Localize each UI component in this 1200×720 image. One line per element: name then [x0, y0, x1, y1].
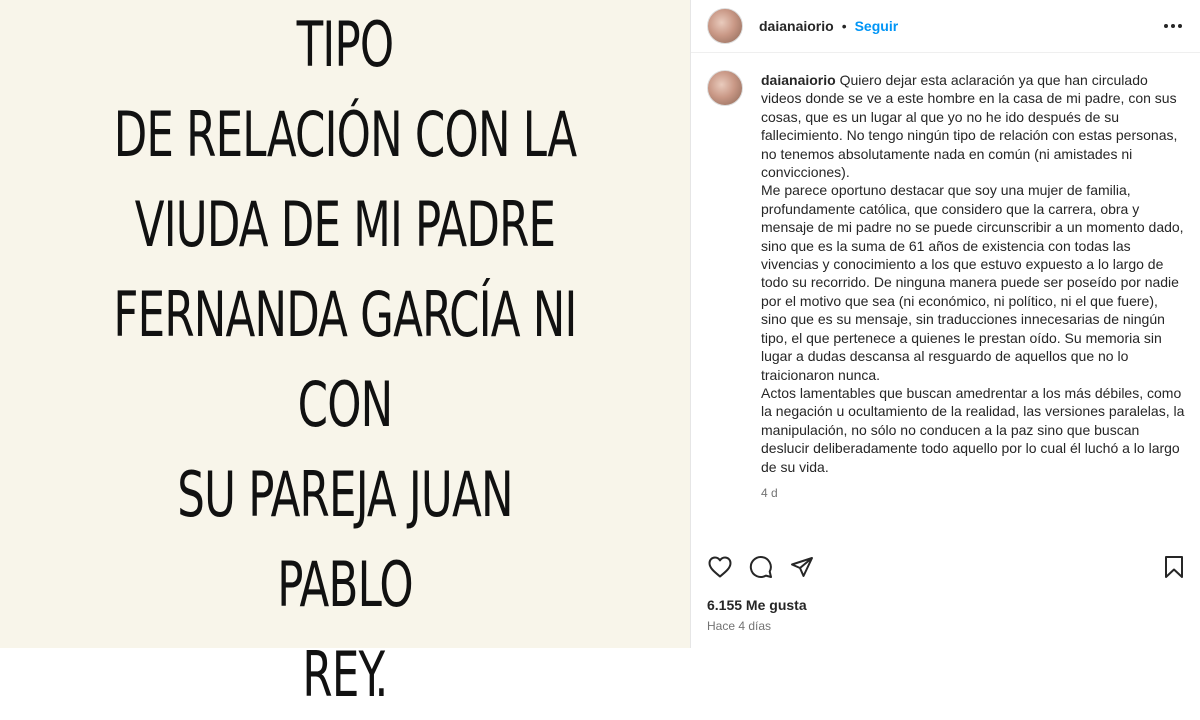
caption-area: daianaiorio Quiero dejar esta aclaración… — [707, 70, 1185, 540]
follow-button[interactable]: Seguir — [855, 18, 899, 34]
post-side-panel: daianaiorio • Seguir daianaiorio Quiero … — [690, 0, 1200, 648]
post-image: NO TENGO NINGÚN TIPO DE RELACIÓN CON LA … — [0, 0, 690, 711]
caption-text: daianaiorio Quiero dejar esta aclaración… — [761, 71, 1185, 476]
post-timestamp[interactable]: Hace 4 días — [707, 619, 771, 633]
likes-count[interactable]: 6.155 Me gusta — [707, 597, 807, 613]
bookmark-icon[interactable] — [1161, 554, 1187, 580]
caption-body: daianaiorio Quiero dejar esta aclaración… — [761, 70, 1185, 540]
caption-avatar[interactable] — [707, 70, 743, 106]
header-username[interactable]: daianaiorio — [759, 18, 834, 34]
post-image-text: NO TENGO NINGÚN TIPO DE RELACIÓN CON LA … — [113, 8, 577, 711]
more-horizontal-icon[interactable] — [1161, 14, 1185, 38]
comment-icon[interactable] — [748, 554, 774, 580]
avatar[interactable] — [707, 8, 743, 44]
action-bar — [707, 552, 1187, 582]
separator-dot: • — [841, 18, 847, 34]
post-header: daianaiorio • Seguir — [691, 0, 1200, 53]
caption-username[interactable]: daianaiorio — [761, 72, 836, 88]
send-icon[interactable] — [789, 554, 815, 580]
heart-icon[interactable] — [707, 554, 733, 580]
caption-content: Quiero dejar esta aclaración ya que han … — [761, 72, 1185, 475]
caption-time: 4 d — [761, 485, 778, 500]
